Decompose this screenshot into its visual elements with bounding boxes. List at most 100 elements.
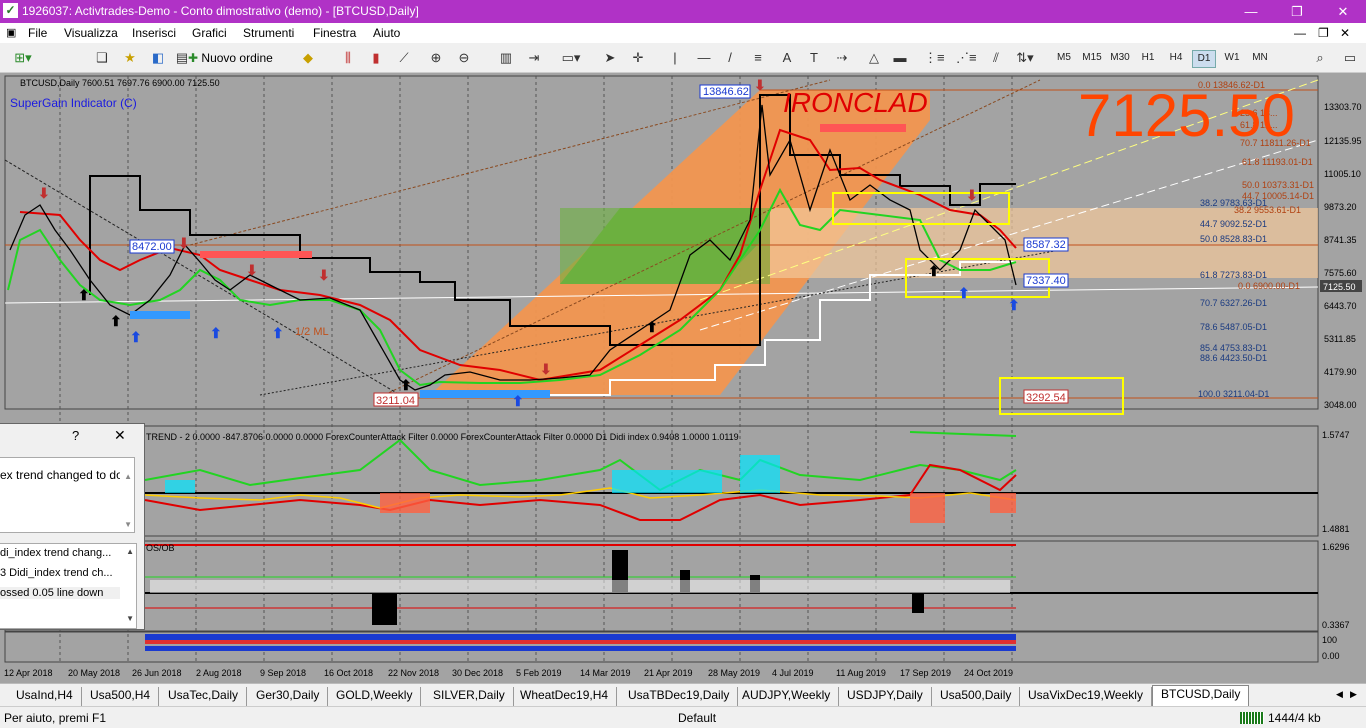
chart-window[interactable]: ⬇ ⬇ ⬇ ⬇ ⬇ ⬇ ⬇ ⬆ ⬆ ⬆ ⬆ ⬆ ⬆ ⬆ ⬆ ⬆ ⬆ ⬆ 1384… [0,73,1366,683]
tab-usdjpy-daily[interactable]: USDJPY,Daily [839,687,932,706]
menu-tools[interactable]: Strumenti [243,26,294,40]
svg-text:100.0 3211.04-D1: 100.0 3211.04-D1 [1198,389,1269,399]
templates-icon[interactable]: ▭▾ [558,48,584,68]
sell-arrow-icon: ⬇ [246,262,258,278]
new-order-button[interactable]: ✚ Nuovo ordine [188,47,284,69]
chart-window-icon[interactable]: ▣ [6,26,16,39]
tab-audjpy-weekly[interactable]: AUDJPY,Weekly [734,687,840,706]
svg-text:9873.20: 9873.20 [1324,202,1357,212]
tab-silver-daily[interactable]: SILVER,Daily [425,687,514,706]
menu-close-icon[interactable]: ✕ [1340,26,1350,40]
tab-btcusd-daily[interactable]: BTCUSD,Daily [1152,685,1250,707]
fibonacci-icon[interactable]: ≡ [750,48,766,68]
list-item[interactable]: di_index trend chang... [0,547,120,559]
channel-icon[interactable]: ⫽ [986,48,1006,68]
chart-header: BTCUSD,Daily 7600.51 7697.76 6900.00 712… [20,78,220,88]
pitchfork-label: 1/2 ML [295,326,329,338]
list-item[interactable]: 3 Didi_index trend ch... [0,567,120,579]
bar-chart-icon[interactable]: ⫼ [338,48,358,68]
tf-d1[interactable]: D1 [1192,50,1216,68]
svg-text:4179.90: 4179.90 [1324,367,1357,377]
new-chart-icon[interactable]: ⊞▾ [8,48,38,68]
tab-usatec-daily[interactable]: UsaTec,Daily [160,687,248,706]
menu-help[interactable]: Aiuto [373,26,400,40]
menu-window[interactable]: Finestra [313,26,356,40]
tab-gold-weekly[interactable]: GOLD,Weekly [328,687,422,706]
tf-m15[interactable]: M15 [1080,50,1104,66]
status-help-text: Per aiuto, premi F1 [4,711,107,725]
vertical-line-icon[interactable]: | [670,48,680,68]
menu-minimize-icon[interactable]: — [1294,26,1306,40]
alert-list[interactable]: di_index trend chang... 3 Didi_index tre… [0,543,137,629]
list-scroll-down-icon[interactable]: ▼ [126,614,134,623]
tf-w1[interactable]: W1 [1220,50,1244,66]
scroll-down-icon[interactable]: ▼ [124,520,132,529]
menu-insert[interactable]: Inserisci [132,26,176,40]
draw-more-icon[interactable]: ⇅▾ [1012,48,1038,68]
tab-usa500-daily[interactable]: Usa500,Daily [932,687,1021,706]
crosshair-icon[interactable]: ✛ [630,48,646,68]
tabs-scroll-left-icon[interactable]: ◀ [1336,689,1343,700]
label-tool-icon[interactable]: T [806,48,822,68]
chart-tabs: UsaInd,H4 Usa500,H4 UsaTec,Daily Ger30,D… [0,683,1366,707]
line-chart-icon[interactable]: ⟋ [394,48,414,68]
svg-text:0.0 6900.00-D1: 0.0 6900.00-D1 [1238,281,1300,291]
zoom-in-icon[interactable]: ⊕ [426,48,446,68]
alert-window[interactable]: ? ✕ ex trend changed to dow ▲ ▼ di_index… [0,423,145,630]
autoscroll-icon[interactable]: ⇥ [524,48,544,68]
tf-h1[interactable]: H1 [1136,50,1160,66]
tf-mn[interactable]: MN [1248,50,1272,66]
list-item[interactable]: ossed 0.05 line down [0,587,120,599]
status-bar: Per aiuto, premi F1 Default 1444/4 kb [0,706,1366,728]
search-icon[interactable]: ⌕ [1310,48,1330,68]
scroll-up-icon[interactable]: ▲ [124,472,132,481]
fib-arcs-icon[interactable]: ⋰≡ [956,48,977,68]
svg-text:2 Aug 2018: 2 Aug 2018 [196,668,242,678]
arrow-tool-icon[interactable]: ⇢ [834,48,850,68]
restore-button[interactable]: ❐ [1274,0,1320,23]
candle-chart-icon[interactable]: ▮ [366,48,386,68]
fib-fan-icon[interactable]: ⋮≡ [924,48,945,68]
svg-text:26 Jun 2018: 26 Jun 2018 [132,668,182,678]
menu-view[interactable]: Visualizza [64,26,118,40]
svg-text:9 Sep 2018: 9 Sep 2018 [260,668,306,678]
tile-icon[interactable]: ▥ [496,48,516,68]
tab-usaind-h4[interactable]: UsaInd,H4 [8,687,82,706]
tab-usatb-daily[interactable]: UsaTBDec19,Daily [620,687,739,706]
alert-close-button[interactable]: ✕ [114,427,126,444]
minimize-button[interactable]: — [1228,0,1274,23]
metaeditor-icon[interactable]: ◆ [298,48,318,68]
menu-file[interactable]: File [28,26,47,40]
text-tool-icon[interactable]: A [780,48,794,68]
green-zone [560,208,770,284]
navigator-icon[interactable]: ◧ [148,48,168,68]
rectangle-tool-icon[interactable]: ▬ [892,48,908,68]
tab-wheat-h4[interactable]: WheatDec19,H4 [512,687,618,706]
svg-text:3048.00: 3048.00 [1324,400,1357,410]
svg-text:30 Dec 2018: 30 Dec 2018 [452,668,503,678]
chat-icon[interactable]: ▭ [1340,48,1360,68]
menu-bar: ▣ File Visualizza Inserisci Grafici Stru… [0,23,1366,43]
alert-help-button[interactable]: ? [72,428,79,443]
menu-charts[interactable]: Grafici [192,26,227,40]
svg-text:1.4881: 1.4881 [1322,524,1350,534]
tf-h4[interactable]: H4 [1164,50,1188,66]
tf-m30[interactable]: M30 [1108,50,1132,66]
sell-arrow-icon: ⬇ [540,361,552,377]
tab-ger30-daily[interactable]: Ger30,Daily [248,687,329,706]
menu-restore-icon[interactable]: ❐ [1318,26,1329,40]
buy-arrow-icon: ⬆ [78,287,90,303]
cursor-icon[interactable]: ➤ [602,48,618,68]
tab-usa500-h4[interactable]: Usa500,H4 [82,687,160,706]
triangle-tool-icon[interactable]: △ [866,48,882,68]
list-scroll-up-icon[interactable]: ▲ [126,547,134,556]
horizontal-line-icon[interactable]: — [696,48,712,68]
tab-usavix-weekly[interactable]: UsaVixDec19,Weekly [1020,687,1152,706]
tf-m5[interactable]: M5 [1052,50,1076,66]
profiles-icon[interactable]: ❑ [92,48,112,68]
tabs-scroll-right-icon[interactable]: ▶ [1350,689,1357,700]
zoom-out-icon[interactable]: ⊖ [454,48,474,68]
market-watch-icon[interactable]: ★ [120,48,140,68]
trendline-icon[interactable]: / [722,48,738,68]
close-button[interactable]: ✕ [1320,0,1366,23]
